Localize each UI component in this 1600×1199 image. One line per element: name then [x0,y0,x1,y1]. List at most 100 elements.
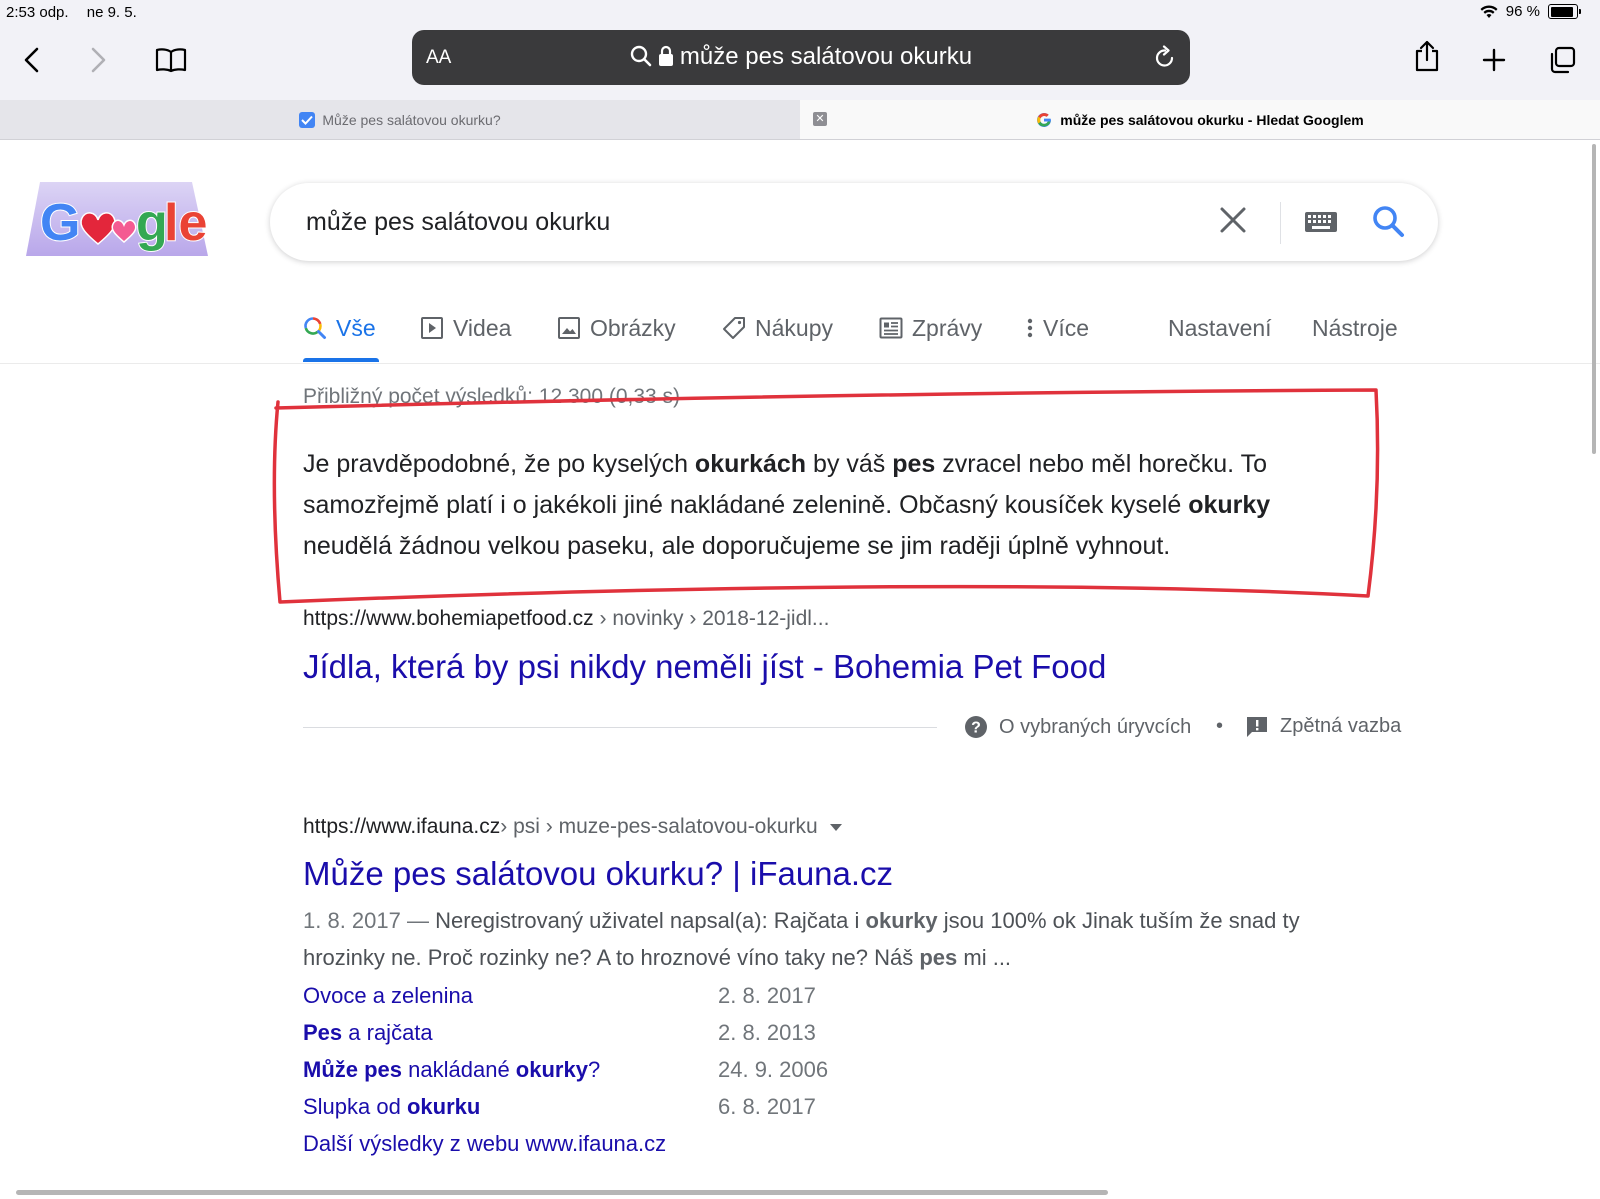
desc-bold: okurky [865,908,938,933]
result-2-description: 1. 8. 2017 — Neregistrovaný uživatel nap… [303,902,1323,976]
snippet-bold: okurkách [694,450,807,478]
tab-label: Zprávy [912,314,983,341]
address-text: může pes salátovou okurku [679,43,973,70]
sublink-text: Ovoce a zelenina [303,983,473,1008]
list-item: Slupka od okurku 6. 8. 2017 [303,1094,1003,1131]
tab-videos[interactable]: Videa [420,308,511,348]
cite-domain: https://www.ifauna.cz [303,815,501,838]
desc-text: Neregistrovaný uživatel napsal(a): Rajča… [428,908,866,933]
snippet-bold: okurky [1188,491,1271,519]
tab-active[interactable]: ✕ může pes salátovou okurku - Hledat Goo… [800,100,1600,139]
feedback-link[interactable]: Zpětná vazba [1246,715,1401,738]
checkbox-favicon-icon [299,111,316,128]
sublink-bold: okurku [406,1094,481,1119]
svg-text:G: G [40,194,80,252]
search-input[interactable] [306,202,1106,242]
tab-inactive[interactable]: Může pes salátovou okurku? [0,100,800,139]
sublink-bold: Může pes [303,1057,403,1082]
snippet-text: Je pravděpodobné, že po kyselých [303,450,695,478]
tab-label: Obrázky [590,314,676,341]
google-favicon-icon [1037,112,1052,127]
svg-text:le: le [164,194,207,252]
snippet-divider [303,727,937,728]
sublink[interactable]: Ovoce a zelenina [303,983,473,1008]
status-right: 96 % [1480,3,1581,20]
result-1-title-link[interactable]: Jídla, která by psi nikdy neměli jíst - … [303,648,1106,686]
new-tab-button[interactable] [1474,40,1514,80]
result-date: 1. 8. 2017 — [303,908,429,933]
bookmarks-button[interactable] [151,40,191,80]
search-divider [1280,202,1281,244]
address-field[interactable]: může pes salátovou okurku [412,43,1190,71]
settings-label: Nastavení [1168,314,1272,341]
status-left: 2:53 odp. ne 9. 5. [6,4,137,21]
search-icon [304,317,326,339]
snippet-bold: pes [892,450,936,478]
tools-label: Nástroje [1312,314,1398,341]
tab-shopping[interactable]: Nákupy [722,308,833,348]
tab-bar: Může pes salátovou okurku? ✕ může pes sa… [0,100,1600,140]
search-submit-icon[interactable] [1370,203,1406,239]
more-results-link[interactable]: Další výsledky z webu www.ifauna.cz [303,1131,666,1157]
tab-more[interactable]: Více [1026,308,1089,348]
result-stats: Přibližný počet výsledků: 12 300 (0,33 s… [303,385,681,408]
featured-snippet-text: Je pravděpodobné, že po kyselých okurkác… [303,444,1363,567]
video-icon [421,317,443,339]
keyboard-icon[interactable] [1304,211,1338,233]
sublink-text: Slupka od [303,1094,407,1119]
back-icon [24,47,39,73]
sublink[interactable]: Slupka od okurku [303,1094,480,1119]
sublink-date: 6. 8. 2017 [718,1094,816,1119]
status-date: ne 9. 5. [86,4,137,21]
desc-text: mi ... [957,945,1012,970]
tag-icon [723,317,745,339]
sublink-text: a rajčata [342,1020,433,1045]
tab-label: Videa [453,314,512,341]
result-2-title-link[interactable]: Může pes salátovou okurku? | iFauna.cz [303,855,893,893]
back-button[interactable] [12,40,52,80]
sublink-date: 24. 9. 2006 [718,1057,829,1082]
reload-icon[interactable] [1154,45,1176,69]
address-bar[interactable]: AA může pes salátovou okurku [412,30,1190,85]
battery-percent: 96 % [1505,3,1540,20]
more-vert-icon [1027,318,1033,338]
about-snippets-link[interactable]: ? O vybraných úryvcích [964,715,1191,739]
list-item: Pes a rajčata 2. 8. 2013 [303,1020,1003,1057]
tab-images[interactable]: Obrázky [557,308,676,348]
tab-title: může pes salátovou okurku - Hledat Googl… [1060,111,1364,128]
settings-link[interactable]: Nastavení [1168,308,1272,348]
search-nav: Vše Videa Obrázky Nákupy Zprávy Více Nas… [0,300,1600,364]
close-tab-icon[interactable]: ✕ [813,112,827,126]
tab-all[interactable]: Vše [303,308,376,348]
feedback-label: Zpětná vazba [1280,715,1402,737]
svg-text:?: ? [971,720,981,737]
sublink-text: ? [587,1057,601,1082]
image-icon [558,317,580,339]
sublink-text: nakládané [402,1057,516,1082]
search-box [270,183,1438,261]
tools-link[interactable]: Nástroje [1312,308,1398,348]
tab-label: Nákupy [755,314,833,341]
clear-icon[interactable] [1218,205,1248,235]
chevron-down-icon[interactable] [829,823,842,831]
vertical-scrollbar[interactable] [1592,144,1596,454]
snippet-text: by váš [806,450,893,478]
forward-button[interactable] [78,40,118,80]
browser-toolbar: AA může pes salátovou okurku [0,26,1600,100]
battery-icon [1548,4,1581,19]
share-button[interactable] [1407,36,1447,76]
tab-title: Může pes salátovou okurku? [322,111,501,128]
sublink[interactable]: Může pes nakládané okurky? [303,1057,600,1082]
share-icon [1415,40,1439,72]
status-time: 2:53 odp. [6,4,69,21]
sublink[interactable]: Pes a rajčata [303,1020,433,1045]
tab-label: Vše [336,314,376,341]
list-item: Může pes nakládané okurky? 24. 9. 2006 [303,1057,1003,1094]
horizontal-scrollbar[interactable] [16,1190,1108,1195]
tab-news[interactable]: Zprávy [879,308,982,348]
tabs-overview-button[interactable] [1542,40,1582,80]
snippet-text: neudělá žádnou velkou paseku, ale doporu… [303,532,1171,560]
google-doodle-logo[interactable]: G g le [26,182,208,258]
new-tab-icon [1482,48,1506,72]
sublink-date: 2. 8. 2013 [718,1020,816,1045]
